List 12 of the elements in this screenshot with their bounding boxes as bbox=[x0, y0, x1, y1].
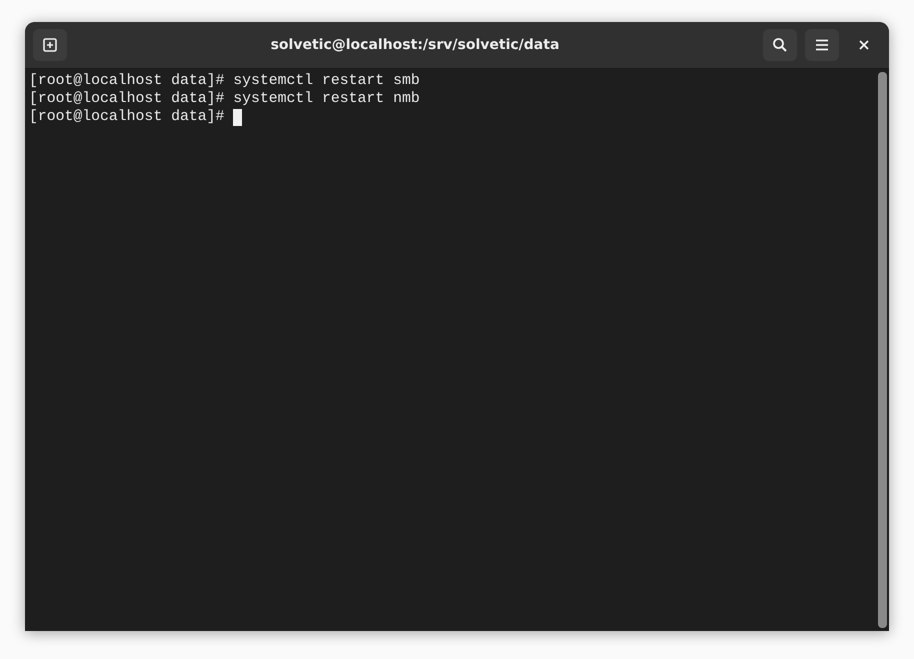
search-button[interactable] bbox=[763, 29, 797, 61]
terminal-line: [root@localhost data]# bbox=[29, 109, 224, 125]
terminal-line: [root@localhost data]# systemctl restart smb bbox=[29, 73, 420, 89]
terminal-line: [root@localhost data]# systemctl restart nmb bbox=[29, 91, 420, 107]
new-tab-button[interactable] bbox=[33, 29, 67, 61]
menu-button[interactable] bbox=[805, 29, 839, 61]
new-tab-icon bbox=[42, 37, 58, 53]
search-icon bbox=[772, 37, 788, 53]
close-icon bbox=[859, 40, 869, 50]
menu-icon bbox=[815, 39, 829, 51]
window-title: solvetic@localhost:/srv/solvetic/data bbox=[270, 37, 560, 53]
scrollbar[interactable] bbox=[876, 69, 889, 631]
